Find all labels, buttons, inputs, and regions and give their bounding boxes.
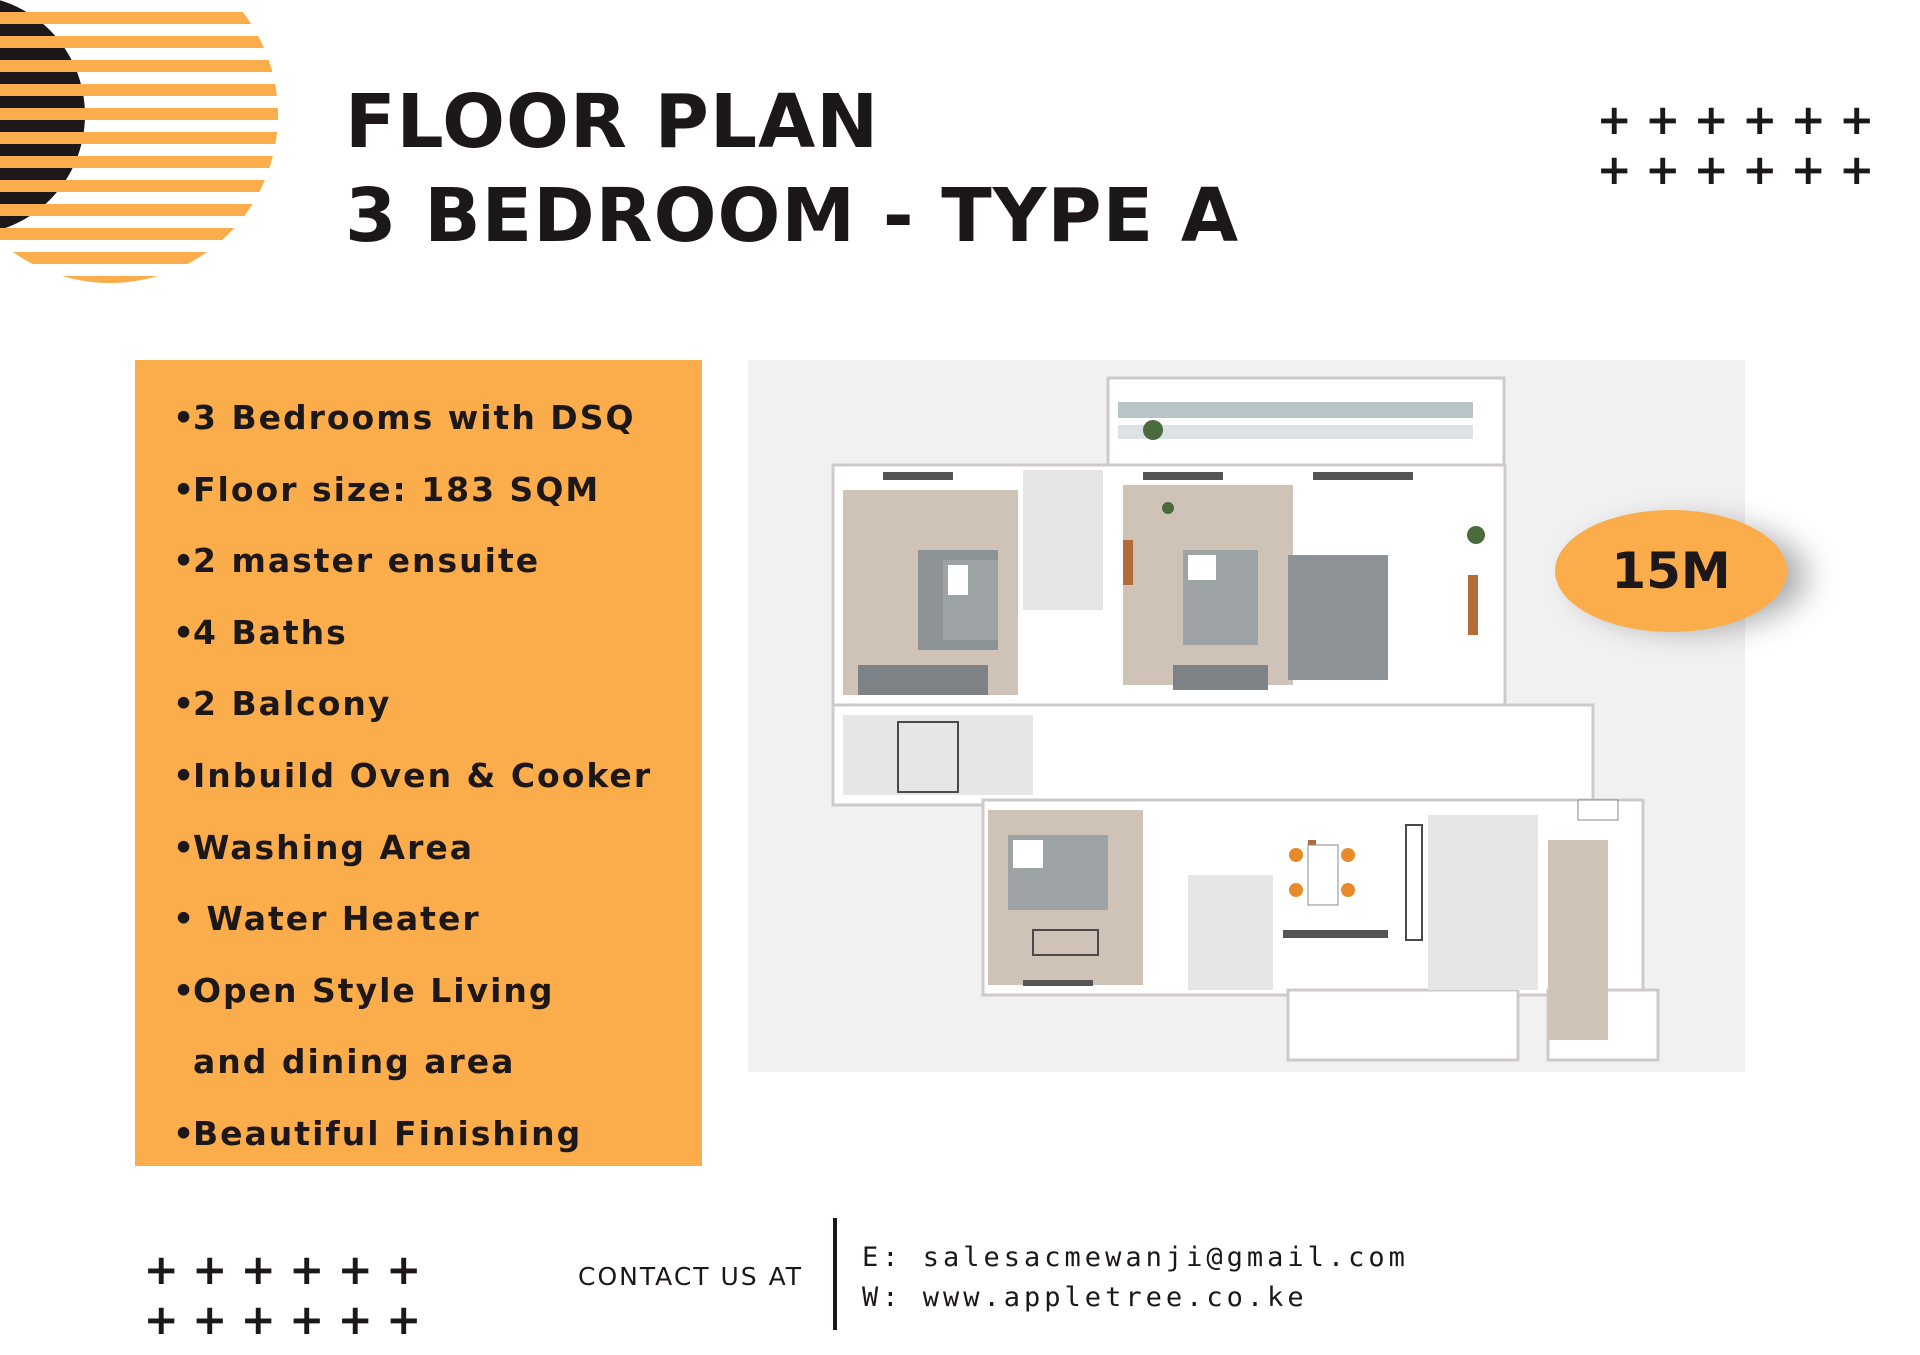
contact-email[interactable]: E: salesacmewanji@gmail.com bbox=[862, 1238, 1409, 1278]
plus-icon: + bbox=[386, 1245, 422, 1294]
feature-text: 2 master ensuite bbox=[193, 541, 541, 581]
feature-text: 4 Baths bbox=[193, 612, 348, 652]
plus-icon: + bbox=[1693, 95, 1729, 144]
bullet-icon: • bbox=[173, 684, 197, 724]
feature-text: and dining area bbox=[193, 1042, 516, 1082]
plus-icon: + bbox=[240, 1295, 276, 1344]
bullet-icon: • bbox=[173, 1113, 197, 1153]
plus-icon: + bbox=[1790, 95, 1826, 144]
floor-plan-image bbox=[748, 360, 1745, 1072]
plus-icon: + bbox=[337, 1245, 373, 1294]
title-line-1: FLOOR PLAN bbox=[345, 79, 880, 165]
feature-text: 2 Balcony bbox=[193, 684, 392, 724]
bullet-icon: • bbox=[173, 970, 197, 1010]
feature-item: •2 Balcony bbox=[173, 668, 702, 740]
feature-text: 3 Bedrooms with DSQ bbox=[193, 398, 636, 437]
feature-item: •Open Style Living bbox=[173, 955, 702, 1027]
plus-icon: + bbox=[1596, 95, 1632, 144]
feature-item: •Floor size: 183 SQM bbox=[173, 454, 702, 526]
feature-item: •Inbuild Oven & Cooker bbox=[173, 740, 702, 812]
plus-icon: + bbox=[1790, 145, 1826, 194]
plus-icon: + bbox=[1693, 145, 1729, 194]
feature-item: •Beautiful Finishing bbox=[173, 1098, 702, 1170]
striped-circle-decoration bbox=[0, 0, 278, 283]
feature-item: •Washing Area bbox=[173, 812, 702, 884]
page-title: FLOOR PLAN 3 BEDROOM - TYPE A bbox=[345, 75, 1239, 263]
plus-icon: + bbox=[1839, 95, 1875, 144]
feature-text: Inbuild Oven & Cooker bbox=[193, 755, 653, 795]
plus-icon: + bbox=[1742, 145, 1778, 194]
bullet-icon: • bbox=[173, 827, 197, 867]
feature-item: and dining area bbox=[173, 1026, 702, 1098]
contact-divider bbox=[833, 1218, 837, 1330]
feature-text: Washing Area bbox=[193, 827, 475, 867]
feature-item: •2 master ensuite bbox=[173, 525, 702, 597]
title-line-2: 3 BEDROOM - TYPE A bbox=[345, 173, 1240, 259]
plus-icon: + bbox=[143, 1295, 179, 1344]
contact-label: CONTACT US AT bbox=[578, 1262, 804, 1291]
features-panel: •3 Bedrooms with DSQ •Floor size: 183 SQM… bbox=[135, 360, 702, 1166]
plus-pattern-top: + + + + + + + + + + + + bbox=[1590, 95, 1881, 195]
plus-icon: + bbox=[289, 1295, 325, 1344]
feature-text: Beautiful Finishing bbox=[193, 1113, 583, 1153]
bullet-icon: • bbox=[173, 398, 197, 437]
contact-info: E: salesacmewanji@gmail.com W: www.apple… bbox=[862, 1238, 1409, 1318]
plus-icon: + bbox=[1596, 145, 1632, 194]
plus-icon: + bbox=[386, 1295, 422, 1344]
plus-icon: + bbox=[240, 1245, 276, 1294]
plus-icon: + bbox=[1839, 145, 1875, 194]
feature-item: •4 Baths bbox=[173, 597, 702, 669]
bullet-icon: • bbox=[173, 899, 197, 939]
features-list: •3 Bedrooms with DSQ •Floor size: 183 SQM… bbox=[173, 382, 702, 1170]
plus-icon: + bbox=[1742, 95, 1778, 144]
plus-icon: + bbox=[192, 1295, 228, 1344]
plus-icon: + bbox=[1645, 145, 1681, 194]
feature-text: Open Style Living bbox=[193, 970, 555, 1010]
price-badge: 15M bbox=[1555, 510, 1787, 632]
bullet-icon: • bbox=[173, 469, 197, 509]
contact-website[interactable]: W: www.appletree.co.ke bbox=[862, 1278, 1409, 1318]
bullet-icon: • bbox=[173, 612, 197, 652]
feature-text: Water Heater bbox=[193, 899, 481, 939]
feature-text: Floor size: 183 SQM bbox=[193, 469, 601, 509]
plus-icon: + bbox=[337, 1295, 373, 1344]
plus-icon: + bbox=[143, 1245, 179, 1294]
feature-item: • Water Heater bbox=[173, 883, 702, 955]
plus-icon: + bbox=[192, 1245, 228, 1294]
feature-item: •3 Bedrooms with DSQ bbox=[173, 382, 702, 454]
plus-icon: + bbox=[289, 1245, 325, 1294]
bullet-icon: • bbox=[173, 541, 197, 581]
bullet-icon: • bbox=[173, 755, 197, 795]
plus-icon: + bbox=[1645, 95, 1681, 144]
plus-pattern-bottom: + + + + + + + + + + + + bbox=[137, 1245, 428, 1345]
